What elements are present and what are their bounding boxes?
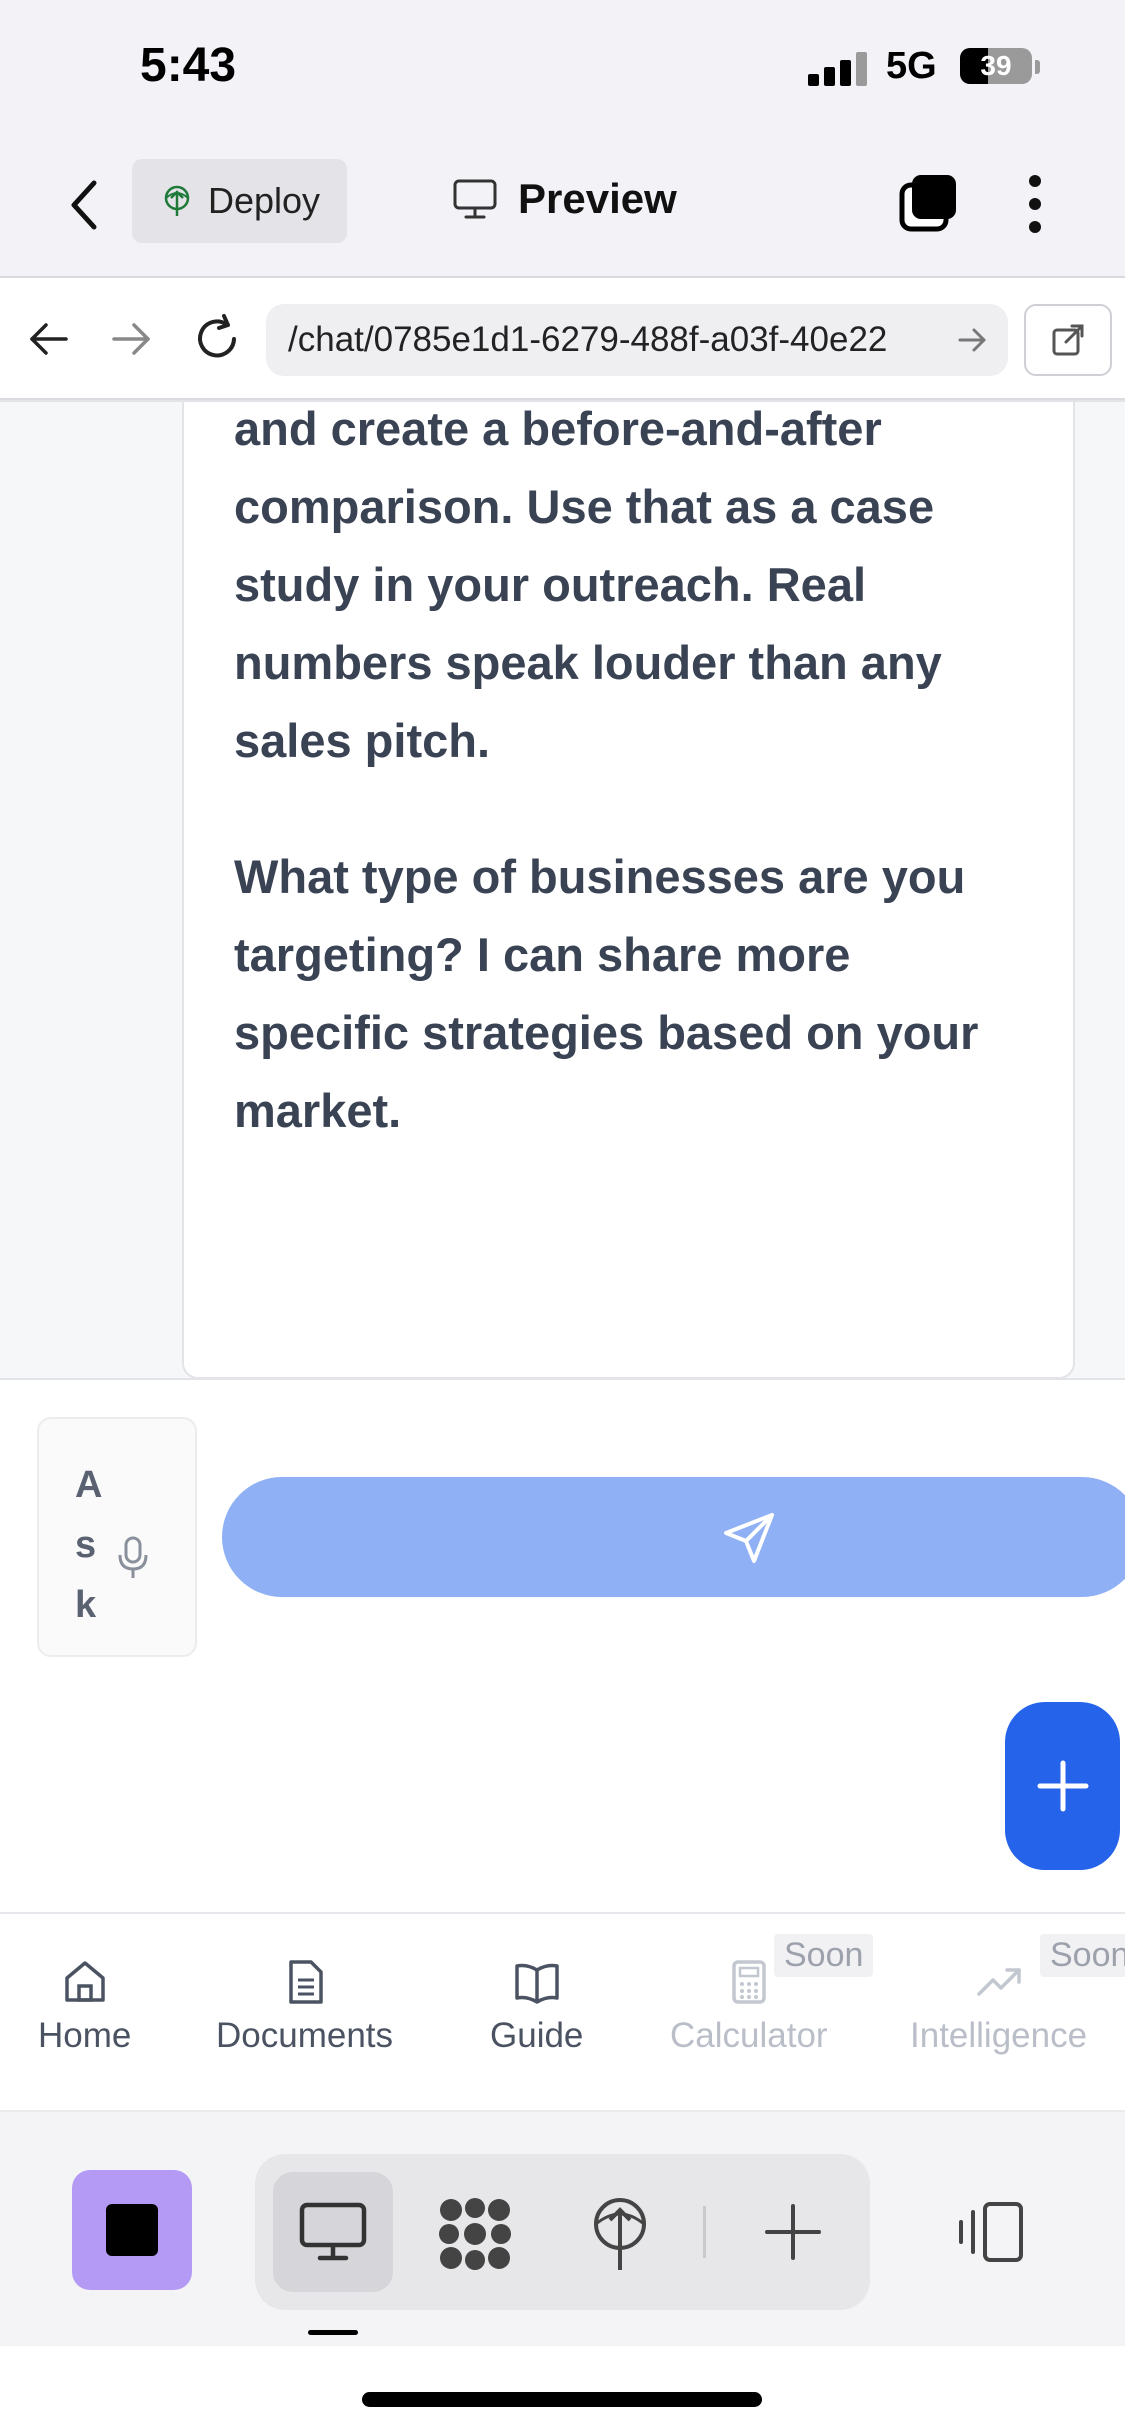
book-icon: [514, 1963, 559, 2004]
chevron-left-icon[interactable]: [64, 175, 104, 235]
preview-tab[interactable]: Preview: [452, 175, 677, 223]
more-vertical-icon[interactable]: [1020, 171, 1050, 237]
send-icon: [724, 1513, 774, 1563]
nav-label: Documents: [216, 2016, 394, 2055]
message-input[interactable]: Ask: [37, 1417, 197, 1657]
arrow-left-icon[interactable]: [26, 316, 72, 362]
preview-label: Preview: [518, 175, 677, 222]
deploy-icon: [164, 185, 190, 216]
open-external-button[interactable]: [1024, 304, 1112, 376]
plus-icon: [1037, 1760, 1088, 1812]
input-placeholder: Ask: [75, 1464, 103, 1626]
chat-area[interactable]: and create a before-and-after comparison…: [0, 400, 1125, 1378]
message-paragraph: and create a before-and-after comparison…: [234, 402, 942, 767]
active-indicator: [308, 2330, 358, 2335]
microphone-icon[interactable]: [113, 1535, 153, 1581]
stop-button[interactable]: [72, 2170, 192, 2290]
app-header: Deploy Preview: [0, 135, 1125, 278]
nav-label: Intelligence: [910, 2016, 1088, 2055]
home-area: [0, 2346, 1125, 2436]
monitor-icon: [299, 2202, 367, 2261]
deploy-label: Deploy: [208, 180, 321, 221]
assistant-message: and create a before-and-after comparison…: [182, 402, 1075, 1378]
deploy-icon[interactable]: [585, 2194, 655, 2274]
panel-toggle-icon[interactable]: [955, 2200, 1027, 2264]
nav-label: Guide: [490, 2016, 584, 2055]
status-bar: 5:43 5G 39: [0, 0, 1125, 135]
battery-level: 39: [980, 50, 1012, 81]
network-type: 5G: [886, 45, 937, 87]
browser-bar: /chat/0785e1d1-6279-488f-a03f-40e22: [0, 278, 1125, 400]
url-field[interactable]: /chat/0785e1d1-6279-488f-a03f-40e22: [266, 304, 1008, 376]
message-paragraph: What type of businesses are you targetin…: [234, 850, 979, 1137]
tabs-icon[interactable]: [898, 173, 958, 233]
nav-label: Calculator: [670, 2016, 828, 2055]
add-button[interactable]: [1005, 1702, 1120, 1870]
dock: [0, 2110, 1125, 2346]
trending-up-icon: [976, 1968, 1021, 1996]
nav-label: Home: [38, 2016, 132, 2055]
bottom-nav: Home Documents Guide Calculator Soon Int…: [0, 1912, 1125, 2110]
signal-icon: [808, 52, 870, 86]
soon-badge: Soon: [1040, 1934, 1125, 1977]
monitor-icon: [453, 179, 497, 219]
nav-item-home[interactable]: Home: [38, 1958, 131, 2056]
calculator-icon: [732, 1960, 766, 2004]
dock-switcher: [255, 2154, 870, 2310]
deploy-button[interactable]: Deploy: [132, 159, 347, 243]
battery-icon: 39: [960, 48, 1032, 84]
url-text: /chat/0785e1d1-6279-488f-a03f-40e22: [288, 320, 888, 359]
home-icon: [64, 1961, 105, 2002]
soon-badge: Soon: [774, 1934, 874, 1977]
reload-icon[interactable]: [190, 312, 244, 366]
divider: [703, 2206, 706, 2258]
send-button[interactable]: [222, 1477, 1125, 1597]
plus-icon[interactable]: [761, 2200, 825, 2264]
nav-item-documents[interactable]: Documents: [216, 1958, 393, 2056]
nav-item-guide[interactable]: Guide: [490, 1958, 583, 2056]
apps-grid-icon[interactable]: [435, 2194, 515, 2274]
arrow-right-icon[interactable]: [956, 324, 988, 356]
arrow-right-icon[interactable]: [108, 316, 154, 362]
home-indicator[interactable]: [362, 2392, 762, 2407]
external-link-icon: [1052, 324, 1084, 356]
status-time: 5:43: [140, 39, 237, 92]
stop-icon: [106, 2204, 158, 2256]
dock-preview-button[interactable]: [273, 2172, 393, 2292]
composer: Ask: [0, 1378, 1125, 1912]
document-icon: [288, 1960, 323, 2004]
